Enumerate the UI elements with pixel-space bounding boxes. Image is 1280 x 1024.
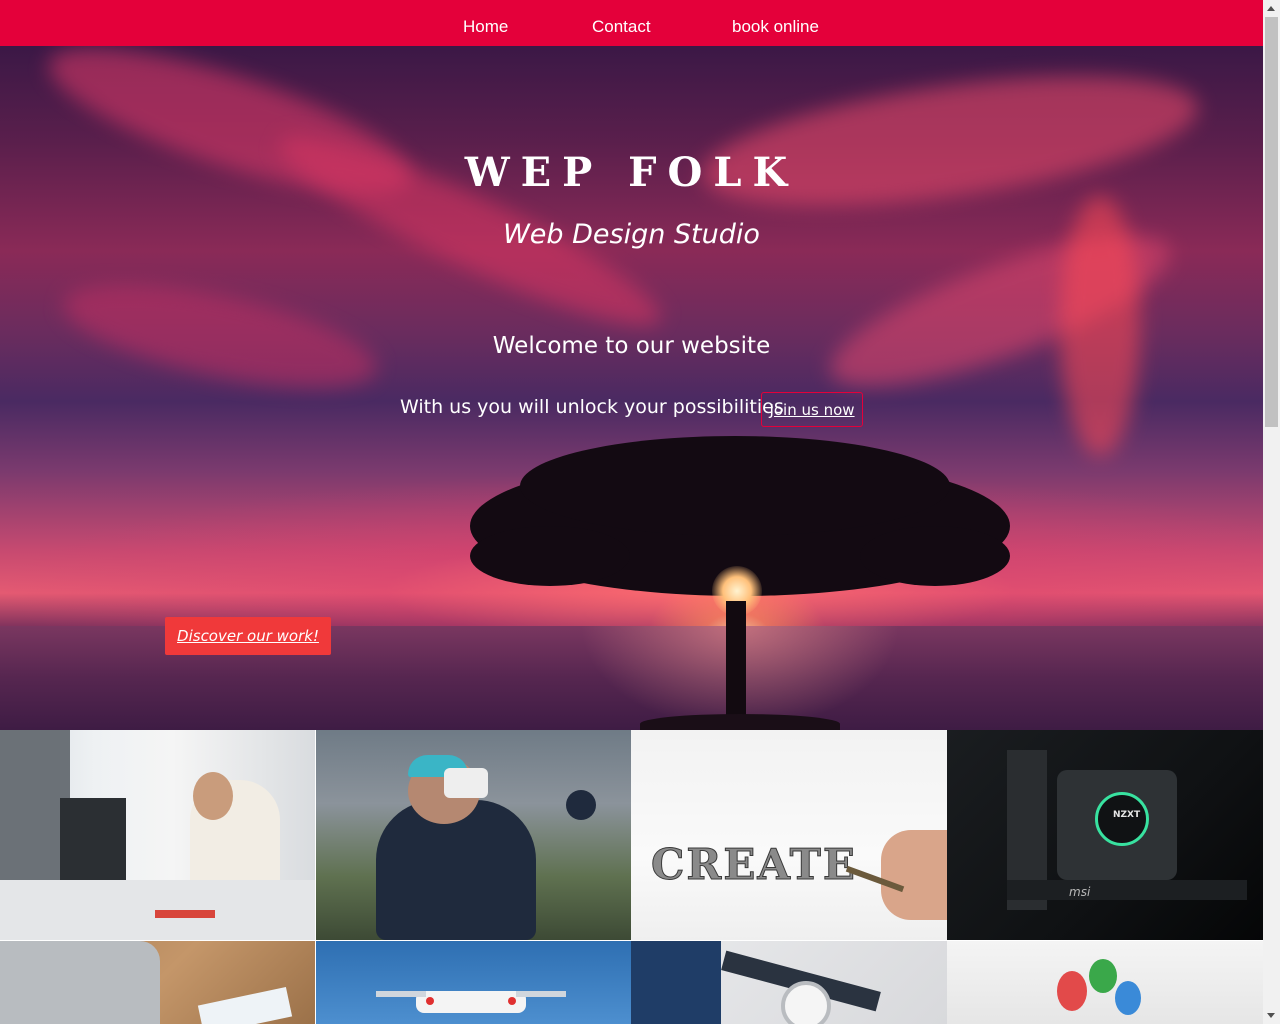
vr-headset	[444, 768, 488, 798]
site-subtitle: Web Design Studio	[503, 219, 760, 250]
colorful-figures-image[interactable]	[947, 941, 1263, 1024]
nav-item-book-online[interactable]: book online	[732, 17, 819, 37]
green-figure	[1089, 959, 1117, 993]
scrollbar-thumb[interactable]	[1265, 17, 1278, 427]
drone-image[interactable]	[316, 941, 631, 1024]
fist	[566, 790, 596, 820]
nzxt-label: NZXT	[1113, 810, 1141, 820]
ground	[640, 714, 840, 730]
watch-face	[781, 981, 831, 1024]
monitor	[60, 798, 126, 888]
hand	[881, 830, 947, 920]
gallery: CREATE NZXT msi	[0, 730, 1263, 1024]
red-figure	[1057, 971, 1087, 1011]
paper	[197, 986, 293, 1024]
fabric	[631, 941, 721, 1024]
top-nav: Home Contact book online	[0, 0, 1263, 46]
msi-label: msi	[1069, 885, 1091, 899]
site-title: WEP FOLK	[464, 149, 799, 196]
drone-light	[426, 997, 434, 1005]
create-word: CREATE	[651, 840, 857, 890]
welcome-heading: Welcome to our website	[492, 333, 771, 359]
vr-headset-image[interactable]	[316, 730, 631, 940]
discover-work-button[interactable]: Discover our work!	[165, 617, 331, 655]
create-sketch-image[interactable]: CREATE	[631, 730, 947, 940]
nav-item-contact[interactable]: Contact	[592, 17, 651, 37]
propeller	[376, 991, 426, 997]
cloud-shape	[694, 51, 1206, 231]
join-us-button[interactable]: Join us now	[761, 392, 863, 427]
hero-section: WEP FOLK Web Design Studio Welcome to ou…	[0, 46, 1263, 730]
person-head	[193, 772, 233, 820]
drone-light	[508, 997, 516, 1005]
nav-item-home[interactable]: Home	[463, 17, 508, 37]
scroll-down-icon[interactable]	[1267, 1013, 1275, 1018]
page-scrollbar[interactable]	[1263, 0, 1280, 1024]
gpu	[1007, 880, 1247, 900]
propeller	[516, 991, 566, 997]
pc-hardware-image[interactable]: NZXT msi	[947, 730, 1263, 940]
scroll-up-icon[interactable]	[1267, 6, 1275, 11]
tagline: With us you will unlock your possibiliti…	[400, 396, 784, 418]
blue-figure	[1115, 981, 1141, 1015]
wristwatch-image[interactable]	[631, 941, 947, 1024]
laptop	[0, 941, 160, 1024]
laptop-desk-image[interactable]	[0, 941, 315, 1024]
notebook	[155, 910, 215, 918]
tree-canopy	[860, 526, 1010, 586]
tree-canopy	[520, 436, 950, 536]
tree-canopy	[470, 526, 630, 586]
office-worker-image[interactable]	[0, 730, 315, 940]
tree-trunk	[726, 601, 746, 730]
